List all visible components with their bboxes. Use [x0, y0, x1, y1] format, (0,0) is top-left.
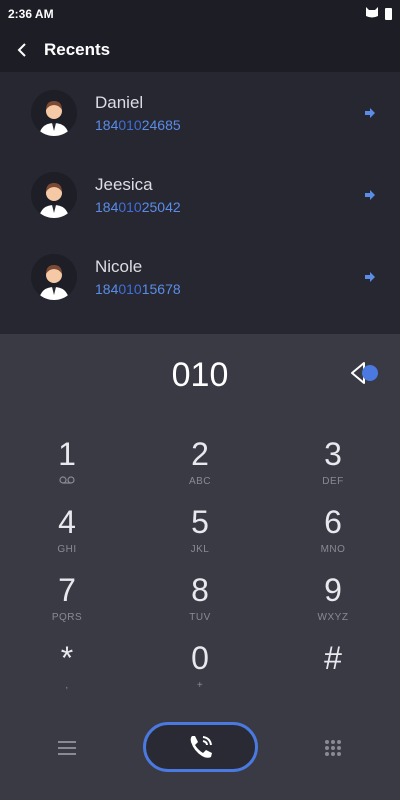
backspace-button[interactable] — [348, 360, 382, 386]
bottom-bar — [0, 718, 400, 778]
number-suffix: 15678 — [141, 280, 181, 297]
key-letters: ABC — [188, 476, 212, 487]
key-digit: * — [60, 640, 74, 676]
key-digit: 9 — [324, 572, 342, 608]
key-star[interactable]: * , — [17, 640, 117, 704]
key-2[interactable]: 2 ABC — [150, 436, 250, 500]
key-digit: 7 — [58, 572, 76, 608]
key-hash[interactable]: # — [283, 640, 383, 704]
contact-row[interactable]: Jeesica 18401025042 — [0, 154, 400, 236]
contact-row[interactable]: Nicole 18401015678 — [0, 236, 400, 318]
key-letters: PQRS — [51, 612, 83, 623]
key-3[interactable]: 3 DEF — [283, 436, 383, 500]
key-9[interactable]: 9 WXYZ — [283, 572, 383, 636]
number-suffix: 25042 — [141, 198, 181, 215]
key-digit: 3 — [324, 436, 342, 472]
key-letters: WXYZ — [317, 612, 349, 623]
contact-text: Jeesica 18401025042 — [95, 174, 181, 217]
key-digit: 5 — [191, 504, 209, 540]
key-7[interactable]: 7 PQRS — [17, 572, 117, 636]
backspace-icon — [351, 362, 378, 384]
contact-name: Nicole — [95, 256, 143, 276]
key-letters: TUV — [189, 612, 211, 623]
dialed-number: 010 — [171, 356, 229, 394]
phone-call-icon — [190, 736, 212, 758]
call-arrow-icon[interactable] — [362, 187, 378, 203]
status-bar: 2:36 AM — [0, 0, 400, 28]
number-prefix: 184 — [95, 280, 119, 297]
key-letters: JKL — [190, 544, 210, 555]
battery-icon — [385, 8, 392, 20]
contact-text: Nicole 18401015678 — [95, 256, 181, 299]
menu-icon — [58, 741, 76, 755]
status-icons — [365, 5, 392, 23]
number-match: 010 — [118, 116, 142, 133]
dialpad-toggle-button[interactable] — [318, 736, 348, 760]
contact-number: 18401024685 — [95, 115, 181, 135]
call-arrow-icon[interactable] — [362, 269, 378, 285]
contact-row[interactable]: Daniel 18401024685 — [0, 72, 400, 154]
voicemail-icon — [17, 476, 117, 487]
key-digit: 6 — [324, 504, 342, 540]
page-title: Recents — [44, 40, 111, 59]
key-digit: 0 — [191, 640, 209, 676]
cat-icon — [365, 5, 379, 23]
number-suffix: 24685 — [141, 116, 181, 133]
key-digit: 4 — [58, 504, 76, 540]
key-letters: GHI — [57, 544, 77, 555]
contact-text: Daniel 18401024685 — [95, 92, 181, 135]
avatar — [31, 172, 77, 218]
key-8[interactable]: 8 TUV — [150, 572, 250, 636]
app-bar: Recents — [0, 28, 400, 72]
call-button[interactable] — [143, 722, 258, 772]
key-letters: , — [65, 680, 69, 691]
key-1[interactable]: 1 — [17, 436, 117, 500]
key-letters: MNO — [320, 544, 346, 555]
number-match: 010 — [118, 198, 142, 215]
avatar — [31, 254, 77, 300]
contact-name: Jeesica — [95, 174, 153, 194]
key-digit: 1 — [58, 436, 76, 472]
contact-number: 18401025042 — [95, 197, 181, 217]
menu-button[interactable] — [52, 736, 82, 760]
recents-list: Daniel 18401024685 Jeesica 18401025042 N… — [0, 72, 400, 334]
avatar — [31, 90, 77, 136]
status-time: 2:36 AM — [8, 7, 54, 21]
key-0[interactable]: 0 + — [150, 640, 250, 704]
back-chevron-icon — [17, 43, 26, 57]
key-letters: DEF — [322, 476, 344, 487]
contact-number: 18401015678 — [95, 279, 181, 299]
key-4[interactable]: 4 GHI — [17, 504, 117, 568]
dial-display: 010 — [0, 350, 400, 406]
call-arrow-icon[interactable] — [362, 105, 378, 121]
key-digit: 8 — [191, 572, 209, 608]
number-match: 010 — [118, 280, 142, 297]
contact-name: Daniel — [95, 92, 144, 112]
key-6[interactable]: 6 MNO — [283, 504, 383, 568]
key-letters: + — [196, 680, 204, 691]
key-digit: # — [324, 640, 342, 676]
number-prefix: 184 — [95, 198, 119, 215]
dialpad-icon — [325, 740, 341, 756]
number-prefix: 184 — [95, 116, 119, 133]
key-digit: 2 — [191, 436, 209, 472]
key-5[interactable]: 5 JKL — [150, 504, 250, 568]
back-button[interactable] — [0, 28, 44, 72]
